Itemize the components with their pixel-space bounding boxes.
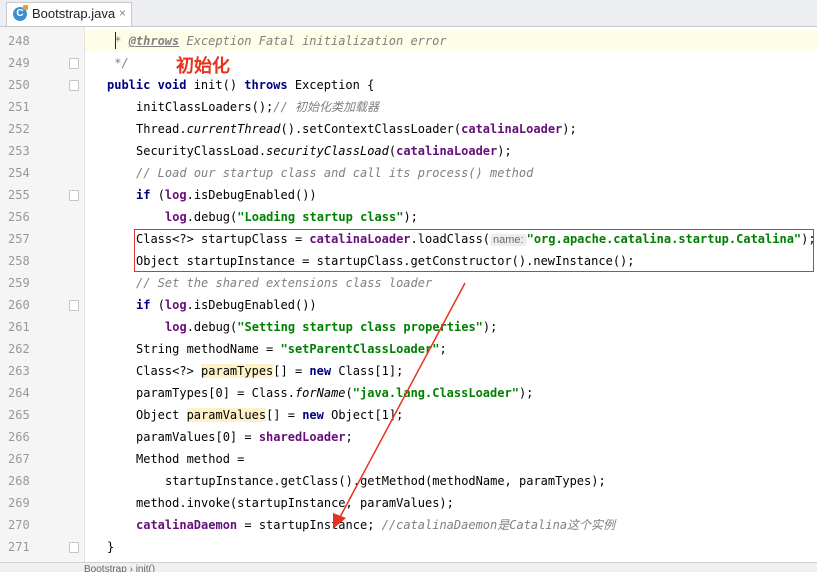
annotation-arrow: [333, 282, 466, 529]
